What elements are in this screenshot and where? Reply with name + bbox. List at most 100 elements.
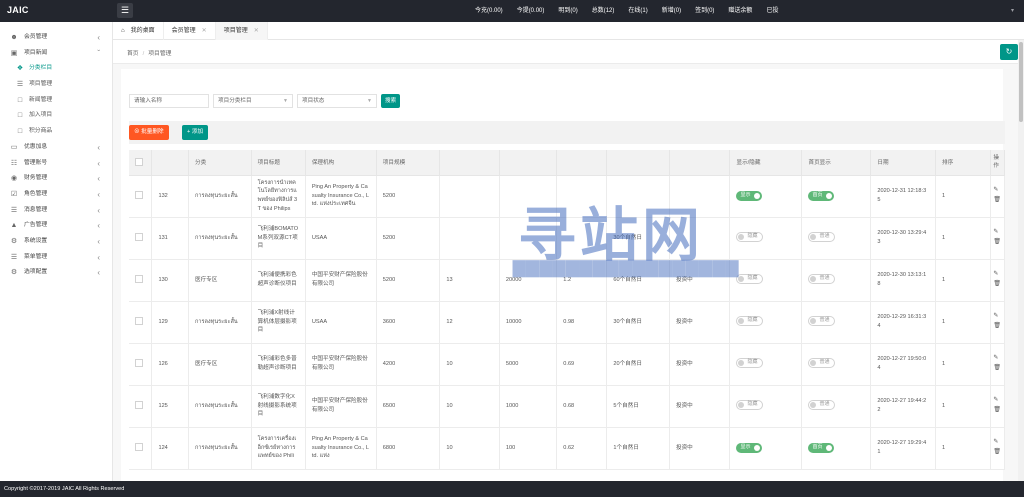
sidebar-item-system-settings[interactable]: ⚙ 系统设置 ‹ [0, 234, 112, 250]
refresh-button[interactable]: ↻ [1000, 44, 1018, 60]
status-select-placeholder: 项目状态 [302, 98, 325, 104]
row-checkbox[interactable] [135, 359, 143, 368]
topnav-tomorrow-due[interactable]: 明到(0) [551, 0, 584, 22]
name-search-input[interactable]: 请输入名称 [129, 94, 209, 108]
tab-desktop[interactable]: ⌂ 我的桌面 [113, 22, 164, 40]
trash-icon[interactable]: 🗑 [993, 196, 1002, 206]
close-icon[interactable]: ✕ [202, 22, 207, 40]
trash-icon[interactable]: 🗑 [993, 322, 1002, 332]
home-toggle[interactable]: 普通 [808, 274, 835, 285]
sidebar-item-messages[interactable]: ☰ 消息管理 ‹ [0, 203, 112, 219]
sidebar-item-join-project[interactable]: □ 加入项目 [0, 108, 112, 124]
edit-icon[interactable]: ✎ [993, 438, 1002, 448]
topnav-new[interactable]: 新增(0) [655, 0, 688, 22]
main-area: ⌂ 我的桌面 会员管理 ✕ 项目管理 ✕ 首页 / 项目管理 ↻ 请输入名称 项目分类栏目… [113, 22, 1024, 481]
tab-projects[interactable]: 项目管理 ✕ [215, 22, 268, 40]
sidebar-item-finance[interactable]: ◉ 财务管理 ‹ [0, 171, 112, 187]
cell-sort: 1 [935, 217, 992, 260]
column-header: 显示/隐藏 [729, 150, 803, 176]
search-button[interactable]: 搜索 [381, 94, 401, 108]
sidebar-item-points-goods[interactable]: □ 积分商品 [0, 124, 112, 140]
sidebar-item-project-news[interactable]: ▣ 项目新闻 ˇ [0, 46, 112, 62]
content-area: 首页 / 项目管理 ↻ 请输入名称 项目分类栏目 ▼ 项目状态 ▼ 搜索 ⊗ 批量删除 … [113, 40, 1024, 481]
sidebar-item-projects[interactable]: ☰ 项目管理 [0, 77, 112, 93]
add-button[interactable]: + 添加 [182, 125, 209, 140]
edit-icon[interactable]: ✎ [993, 270, 1002, 280]
home-toggle[interactable]: 普通 [808, 400, 835, 411]
row-select-cell[interactable] [129, 175, 153, 218]
select-all-cell[interactable] [129, 150, 153, 176]
edit-icon[interactable]: ✎ [993, 354, 1002, 364]
row-select-cell[interactable] [129, 301, 153, 344]
topnav-signin[interactable]: 签到(0) [688, 0, 721, 22]
sidebar-item-members[interactable]: ☻ 会员管理 ‹ [0, 30, 112, 46]
cell-show: 隐藏 [729, 385, 803, 428]
home-toggle[interactable]: 普通 [808, 358, 835, 369]
sidebar-item-label: 新闻管理 [29, 96, 53, 103]
edit-icon[interactable]: ✎ [993, 396, 1002, 406]
cell-sort: 1 [935, 301, 992, 344]
topnav-invested[interactable]: 已投 [759, 0, 785, 22]
cell-home: 普通 [801, 385, 872, 428]
row-select-cell[interactable] [129, 427, 153, 470]
row-select-cell[interactable] [129, 259, 153, 302]
home-toggle[interactable]: 首页 [808, 443, 834, 453]
row-checkbox[interactable] [135, 191, 143, 200]
menu-toggle-icon[interactable]: ☰ [117, 3, 133, 18]
row-checkbox[interactable] [135, 275, 143, 284]
cell-c8: 0.98 [556, 301, 608, 344]
show-toggle[interactable]: 显示 [736, 443, 762, 453]
sidebar-item-options[interactable]: ⚙ 选项配置 ‹ [0, 265, 112, 281]
row-select-cell[interactable] [129, 343, 153, 386]
edit-icon[interactable]: ✎ [993, 186, 1002, 196]
row-select-cell[interactable] [129, 217, 153, 260]
show-toggle[interactable]: 隐藏 [736, 274, 763, 285]
cell-actions: ✎ 🗑 [990, 301, 1005, 344]
batch-delete-button[interactable]: ⊗ 批量删除 [129, 125, 169, 140]
sidebar-item-roles[interactable]: ☑ 角色管理 ‹ [0, 187, 112, 203]
show-toggle[interactable]: 隐藏 [736, 232, 763, 243]
show-toggle[interactable]: 隐藏 [736, 358, 763, 369]
user-menu[interactable]: ▾ [1011, 0, 1014, 22]
sidebar-item-menus[interactable]: ☰ 菜单管理 ‹ [0, 250, 112, 266]
row-checkbox[interactable] [135, 443, 143, 452]
scrollbar-thumb[interactable] [1019, 42, 1023, 122]
select-all-checkbox[interactable] [135, 158, 143, 167]
topnav-total[interactable]: 总数(12) [585, 0, 622, 22]
sidebar-item-ads[interactable]: ▲ 广告管理 ‹ [0, 218, 112, 234]
tab-members[interactable]: 会员管理 ✕ [164, 22, 216, 40]
home-toggle[interactable]: 普通 [808, 232, 835, 243]
category-select[interactable]: 项目分类栏目 ▼ [213, 94, 293, 108]
scrollbar[interactable] [1018, 40, 1024, 481]
status-select[interactable]: 项目状态 ▼ [297, 94, 377, 108]
sidebar-item-accounts[interactable]: ☷ 管理账号 ‹ [0, 156, 112, 172]
show-toggle[interactable]: 隐藏 [736, 316, 763, 327]
edit-icon[interactable]: ✎ [993, 312, 1002, 322]
edit-icon[interactable]: ✎ [993, 228, 1002, 238]
row-select-cell[interactable] [129, 385, 153, 428]
sidebar-item-coupons[interactable]: ▭ 优惠加息 ‹ [0, 140, 112, 156]
row-checkbox[interactable] [135, 233, 143, 242]
trash-icon[interactable]: 🗑 [993, 364, 1002, 374]
topnav-today-withdraw[interactable]: 今提(0.00) [510, 0, 552, 22]
show-toggle[interactable]: 显示 [736, 191, 762, 201]
row-checkbox[interactable] [135, 317, 143, 326]
sidebar-item-label: 会员管理 [24, 34, 48, 40]
topnav-today-deposit[interactable]: 今充(0.00) [468, 0, 510, 22]
home-toggle[interactable]: 普通 [808, 316, 835, 327]
cell-actions: ✎ 🗑 [990, 385, 1005, 428]
topnav-online[interactable]: 在线(1) [621, 0, 654, 22]
trash-icon[interactable]: 🗑 [993, 406, 1002, 416]
show-toggle[interactable]: 隐藏 [736, 400, 763, 411]
breadcrumb-separator: / [142, 51, 145, 57]
trash-icon[interactable]: 🗑 [993, 238, 1002, 248]
sidebar-item-categories[interactable]: ❖ 分类栏目 [0, 61, 112, 77]
breadcrumb-home[interactable]: 首页 [127, 51, 139, 57]
topnav-gift-balance[interactable]: 赠送余额 [721, 0, 759, 22]
row-checkbox[interactable] [135, 401, 143, 410]
trash-icon[interactable]: 🗑 [993, 280, 1002, 290]
close-icon[interactable]: ✕ [254, 22, 259, 40]
trash-icon[interactable]: 🗑 [993, 448, 1002, 458]
sidebar-item-news[interactable]: □ 新闻管理 [0, 93, 112, 109]
home-toggle[interactable]: 首页 [808, 191, 834, 201]
